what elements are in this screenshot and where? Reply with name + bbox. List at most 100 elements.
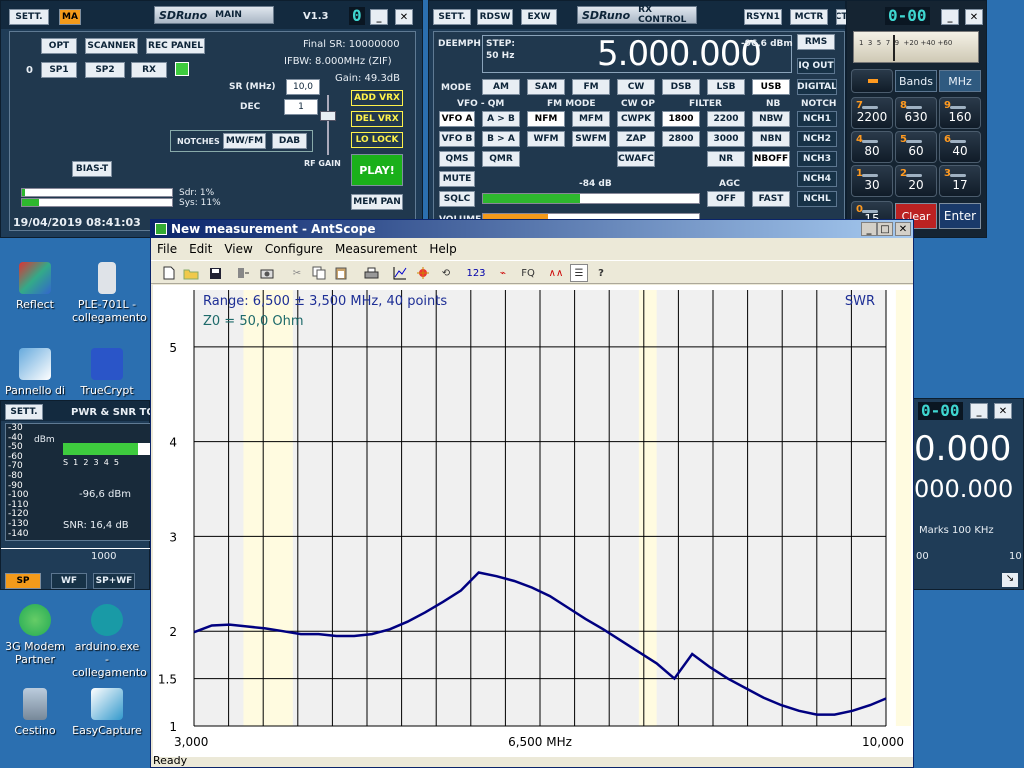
sqlc-button[interactable]: SQLC bbox=[439, 191, 475, 207]
lo-lock-button[interactable]: LO LOCK bbox=[351, 132, 403, 148]
sp-close-button[interactable]: ✕ bbox=[994, 403, 1012, 419]
dec-value-field[interactable]: 1 bbox=[284, 99, 318, 115]
iq-out-button[interactable]: IQ OUT bbox=[797, 58, 835, 74]
mode-am-button[interactable]: AM bbox=[482, 79, 520, 95]
rx-close-button[interactable]: ✕ bbox=[965, 9, 983, 25]
resize-arrow-icon[interactable]: ↘ bbox=[1002, 573, 1018, 587]
wfm-button[interactable]: WFM bbox=[527, 131, 565, 147]
nr-button[interactable]: NR bbox=[707, 151, 745, 167]
main-minimize-button[interactable]: _ bbox=[370, 9, 388, 25]
keypad-key-2[interactable]: 2 20 bbox=[895, 165, 937, 197]
menu-file[interactable]: File bbox=[151, 242, 183, 256]
mode-cw-button[interactable]: CW bbox=[617, 79, 655, 95]
export-icon[interactable] bbox=[234, 264, 252, 282]
table-icon[interactable]: ☰ bbox=[570, 264, 588, 282]
rf-gain-slider-thumb[interactable] bbox=[320, 111, 336, 121]
add-vrx-button[interactable]: ADD VRX bbox=[351, 90, 403, 106]
mhz-button[interactable]: MHz bbox=[939, 70, 981, 92]
rx-minimize-button[interactable]: _ bbox=[941, 9, 959, 25]
filter-1800-button[interactable]: 1800 bbox=[662, 111, 700, 127]
qms-button[interactable]: QMS bbox=[439, 151, 475, 167]
desktop-icon-ple701l[interactable]: PLE-701L - collegamento bbox=[72, 262, 147, 324]
copy-icon[interactable] bbox=[310, 264, 328, 282]
main-ma-button[interactable]: MA bbox=[59, 9, 81, 25]
desktop-icon-3g-modem[interactable]: 3G Modem Partner bbox=[0, 604, 70, 666]
opt-button[interactable]: OPT bbox=[41, 38, 77, 54]
bias-t-button[interactable]: BIAS-T bbox=[72, 161, 112, 177]
mode-usb-button[interactable]: USB bbox=[752, 79, 790, 95]
desktop-icon-recycle-bin[interactable]: Cestino bbox=[0, 688, 70, 737]
desktop-icon-easycapture[interactable]: EasyCapture bbox=[72, 688, 142, 737]
sp-wf-button[interactable]: SP+WF bbox=[93, 573, 135, 589]
vfo-a-button[interactable]: VFO A bbox=[439, 111, 475, 127]
dab-button[interactable]: DAB bbox=[272, 133, 307, 149]
chart-icon[interactable] bbox=[391, 264, 409, 282]
filter-2800-button[interactable]: 2800 bbox=[662, 131, 700, 147]
mem-pan-button[interactable]: MEM PAN bbox=[351, 194, 403, 210]
mctr-button[interactable]: MCTR bbox=[790, 9, 828, 25]
vfo-b-button[interactable]: VFO B bbox=[439, 131, 475, 147]
curves-icon[interactable]: ∧∧ bbox=[547, 264, 565, 282]
cut-icon[interactable]: ✂ bbox=[288, 264, 306, 282]
antscope-maximize-button[interactable]: □ bbox=[877, 222, 893, 236]
nch4-button[interactable]: NCH4 bbox=[797, 171, 837, 187]
main-close-button[interactable]: ✕ bbox=[395, 9, 413, 25]
zap-button[interactable]: ZAP bbox=[617, 131, 655, 147]
keypad-key-4[interactable]: 4 80 bbox=[851, 131, 893, 163]
keypad-key-6[interactable]: 6 40 bbox=[939, 131, 981, 163]
desktop-icon-truecrypt[interactable]: TrueCrypt bbox=[72, 348, 142, 397]
print-icon[interactable] bbox=[362, 264, 380, 282]
menu-measurement[interactable]: Measurement bbox=[329, 242, 423, 256]
agc-fast-button[interactable]: FAST bbox=[752, 191, 790, 207]
qmr-button[interactable]: QMR bbox=[482, 151, 520, 167]
paste-icon[interactable] bbox=[332, 264, 350, 282]
mute-button[interactable]: MUTE bbox=[439, 171, 475, 187]
sweep-icon[interactable] bbox=[414, 264, 432, 282]
frequency-icon[interactable]: FQ bbox=[517, 264, 539, 282]
mode-sam-button[interactable]: SAM bbox=[527, 79, 565, 95]
desktop-icon-reflect[interactable]: Reflect bbox=[0, 262, 70, 311]
rms-button[interactable]: RMS bbox=[797, 34, 835, 50]
cwafc-button[interactable]: CWAFC bbox=[617, 151, 655, 167]
keypad-key-3[interactable]: 3 17 bbox=[939, 165, 981, 197]
del-vrx-button[interactable]: DEL VRX bbox=[351, 111, 403, 127]
mode-lsb-button[interactable]: LSB bbox=[707, 79, 745, 95]
sp-minimize-button[interactable]: _ bbox=[970, 403, 988, 419]
antscope-titlebar[interactable]: New measurement - AntScope bbox=[151, 220, 913, 238]
sp-button[interactable]: SP bbox=[5, 573, 41, 589]
filter-2200-button[interactable]: 2200 bbox=[707, 111, 745, 127]
refresh-icon[interactable]: ⟲ bbox=[437, 264, 455, 282]
mw-fm-button[interactable]: MW/FM bbox=[223, 133, 266, 149]
help-icon[interactable]: ? bbox=[592, 264, 610, 282]
swr-chart[interactable]: 1 1.5 2 3 4 5 3,000 6,500 MHz 10,000 Range: 6,500… bbox=[153, 285, 913, 757]
nfm-button[interactable]: NFM bbox=[527, 111, 565, 127]
pwr-sett-button[interactable]: SETT. bbox=[5, 404, 43, 420]
mode-dsb-button[interactable]: DSB bbox=[662, 79, 700, 95]
mode-fm-button[interactable]: FM bbox=[572, 79, 610, 95]
a-to-b-button[interactable]: A > B bbox=[482, 111, 520, 127]
mode-digital-button[interactable]: DIGITAL bbox=[797, 79, 837, 95]
filter-3000-button[interactable]: 3000 bbox=[707, 131, 745, 147]
save-icon[interactable] bbox=[206, 264, 224, 282]
b-to-a-button[interactable]: B > A bbox=[482, 131, 520, 147]
keypad-key-7[interactable]: 7 2200 bbox=[851, 97, 893, 129]
rec-panel-button[interactable]: REC PANEL bbox=[146, 38, 205, 54]
keypad-key-1[interactable]: 1 30 bbox=[851, 165, 893, 197]
rdsw-button[interactable]: RDSW bbox=[477, 9, 513, 25]
nch2-button[interactable]: NCH2 bbox=[797, 131, 837, 147]
open-folder-icon[interactable] bbox=[182, 264, 200, 282]
new-file-icon[interactable] bbox=[160, 264, 178, 282]
squelch-bar[interactable] bbox=[482, 193, 700, 204]
rx-sett-button[interactable]: SETT. bbox=[433, 9, 471, 25]
nch3-button[interactable]: NCH3 bbox=[797, 151, 837, 167]
sp2-button[interactable]: SP2 bbox=[85, 62, 125, 78]
agc-off-button[interactable]: OFF bbox=[707, 191, 745, 207]
desktop-icon-control-panel[interactable]: Pannello di bbox=[0, 348, 70, 397]
nchl-button[interactable]: NCHL bbox=[797, 191, 837, 207]
antenna-icon[interactable]: ⌁ bbox=[494, 264, 512, 282]
numeric-icon[interactable]: 123 bbox=[465, 264, 487, 282]
nbw-button[interactable]: NBW bbox=[752, 111, 790, 127]
bands-button[interactable]: Bands bbox=[895, 70, 937, 92]
menu-edit[interactable]: Edit bbox=[183, 242, 218, 256]
nboff-button[interactable]: NBOFF bbox=[752, 151, 790, 167]
